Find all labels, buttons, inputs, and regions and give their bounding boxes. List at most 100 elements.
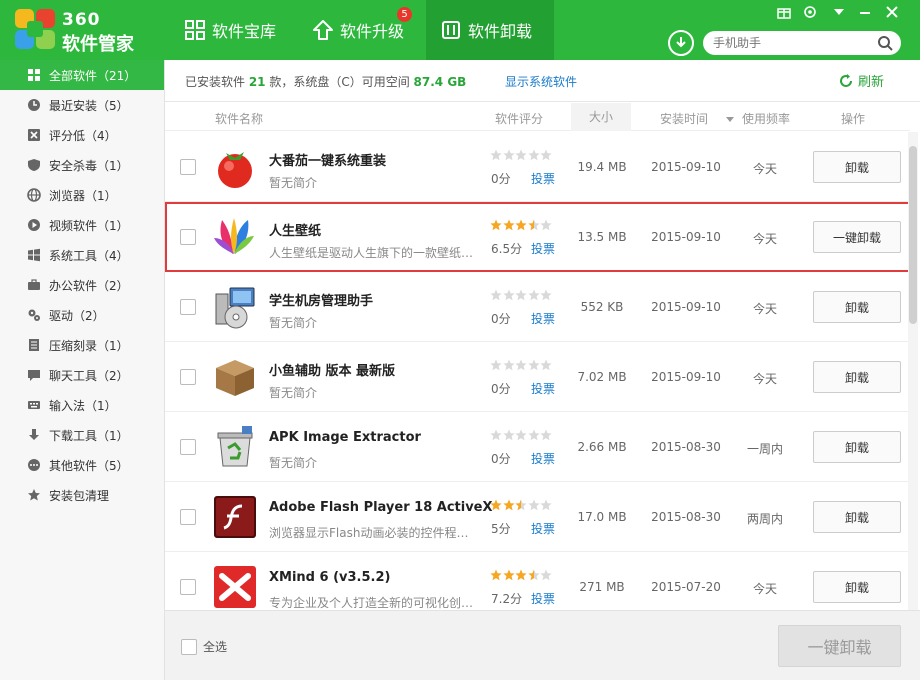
star-icon[interactable] <box>540 359 552 371</box>
sidebar-item-package-cleanup[interactable]: 安装包清理 <box>0 480 164 510</box>
star-icon[interactable] <box>515 429 527 441</box>
sidebar-item-input-method[interactable]: 输入法（1） <box>0 390 164 420</box>
star-icon[interactable] <box>527 499 540 511</box>
uninstall-button[interactable]: 卸载 <box>813 571 901 603</box>
sidebar-item-other[interactable]: 其他软件（5） <box>0 450 164 480</box>
close-button[interactable] <box>884 4 900 20</box>
star-icon[interactable] <box>527 359 540 371</box>
star-icon[interactable] <box>515 289 527 301</box>
star-icon[interactable] <box>540 289 552 301</box>
refresh-button[interactable]: 刷新 <box>838 71 884 90</box>
sidebar-item-browser[interactable]: 浏览器（1） <box>0 180 164 210</box>
sidebar-item-video[interactable]: 视频软件（1） <box>0 210 164 240</box>
sidebar-item-recent[interactable]: 最近安装（5） <box>0 90 164 120</box>
menu-button[interactable] <box>831 4 847 20</box>
star-icon[interactable] <box>490 429 502 441</box>
col-name[interactable]: 软件名称 <box>215 110 263 127</box>
row-checkbox[interactable] <box>180 579 196 595</box>
rating-stars[interactable] <box>490 149 553 161</box>
col-size[interactable]: 大小 <box>571 103 631 131</box>
star-icon[interactable] <box>515 149 527 161</box>
star-icon[interactable] <box>527 219 540 231</box>
tab-software-upgrade[interactable]: 软件升级 5 <box>298 0 426 60</box>
show-system-software-link[interactable]: 显示系统软件 <box>505 73 577 90</box>
uninstall-button[interactable]: 卸载 <box>813 431 901 463</box>
col-install-time[interactable]: 安装时间 <box>660 110 734 127</box>
vote-link[interactable]: 投票 <box>531 450 555 467</box>
skin-button[interactable] <box>776 4 792 20</box>
select-all-checkbox[interactable] <box>181 638 197 655</box>
sidebar-item-system-tools[interactable]: 系统工具（4） <box>0 240 164 270</box>
row-checkbox[interactable] <box>180 159 196 175</box>
row-checkbox[interactable] <box>180 509 196 525</box>
sidebar-item-office[interactable]: 办公软件（2） <box>0 270 164 300</box>
star-icon[interactable] <box>540 429 552 441</box>
star-icon[interactable] <box>515 359 527 371</box>
star-icon[interactable] <box>490 359 502 371</box>
rating-stars[interactable] <box>490 359 553 371</box>
vote-link[interactable]: 投票 <box>531 240 555 257</box>
uninstall-button[interactable]: 卸载 <box>813 291 901 323</box>
minimize-button[interactable] <box>857 4 873 20</box>
sidebar-item-low-rating[interactable]: 评分低（4） <box>0 120 164 150</box>
col-rating[interactable]: 软件评分 <box>495 110 543 127</box>
search-input[interactable] <box>713 33 873 53</box>
star-icon[interactable] <box>490 569 502 581</box>
tab-software-store[interactable]: 软件宝库 <box>170 0 290 60</box>
vote-link[interactable]: 投票 <box>531 380 555 397</box>
tab-software-uninstall[interactable]: 软件卸载 <box>426 0 554 60</box>
star-icon[interactable] <box>502 289 515 301</box>
vote-link[interactable]: 投票 <box>531 590 555 607</box>
sidebar-item-drivers[interactable]: 驱动（2） <box>0 300 164 330</box>
star-icon[interactable] <box>540 499 552 511</box>
star-icon[interactable] <box>502 219 515 231</box>
star-icon[interactable] <box>515 569 527 581</box>
vote-link[interactable]: 投票 <box>531 520 555 537</box>
row-checkbox[interactable] <box>180 439 196 455</box>
sidebar-item-chat[interactable]: 聊天工具（2） <box>0 360 164 390</box>
one-click-uninstall-button[interactable]: 一键卸载 <box>813 221 901 253</box>
vote-link[interactable]: 投票 <box>531 310 555 327</box>
star-icon[interactable] <box>527 289 540 301</box>
star-icon[interactable] <box>540 569 552 581</box>
row-checkbox[interactable] <box>180 229 196 245</box>
rating-stars[interactable] <box>490 219 553 231</box>
bulk-uninstall-button[interactable]: 一键卸载 <box>778 625 901 667</box>
uninstall-button[interactable]: 卸载 <box>813 151 901 183</box>
row-checkbox[interactable] <box>180 369 196 385</box>
star-icon[interactable] <box>490 499 502 511</box>
star-icon[interactable] <box>515 219 527 231</box>
vote-link[interactable]: 投票 <box>531 170 555 187</box>
rating-stars[interactable] <box>490 499 553 511</box>
settings-button[interactable] <box>802 4 818 20</box>
star-icon[interactable] <box>527 149 540 161</box>
star-icon[interactable] <box>502 499 515 511</box>
uninstall-button[interactable]: 卸载 <box>813 501 901 533</box>
sidebar-item-all[interactable]: 全部软件（21） <box>0 60 164 90</box>
scrollbar-thumb[interactable] <box>909 146 917 324</box>
select-all-control[interactable]: 全选 <box>181 638 227 655</box>
search-icon[interactable] <box>877 35 893 51</box>
star-icon[interactable] <box>502 429 515 441</box>
star-icon[interactable] <box>490 149 502 161</box>
star-icon[interactable] <box>490 219 502 231</box>
download-manager-button[interactable] <box>668 30 694 56</box>
rating-stars[interactable] <box>490 429 553 441</box>
star-icon[interactable] <box>540 219 552 231</box>
star-icon[interactable] <box>502 359 515 371</box>
sidebar-item-compression[interactable]: 压缩刻录（1） <box>0 330 164 360</box>
star-icon[interactable] <box>527 429 540 441</box>
uninstall-button[interactable]: 卸载 <box>813 361 901 393</box>
list-scrollbar[interactable] <box>908 132 918 610</box>
star-icon[interactable] <box>490 289 502 301</box>
star-icon[interactable] <box>515 499 527 511</box>
sidebar-item-security[interactable]: 安全杀毒（1） <box>0 150 164 180</box>
col-frequency[interactable]: 使用频率 <box>742 110 790 127</box>
row-checkbox[interactable] <box>180 299 196 315</box>
star-icon[interactable] <box>527 569 540 581</box>
star-icon[interactable] <box>502 149 515 161</box>
sidebar-item-download-tools[interactable]: 下载工具（1） <box>0 420 164 450</box>
star-icon[interactable] <box>540 149 552 161</box>
rating-stars[interactable] <box>490 289 553 301</box>
star-icon[interactable] <box>502 569 515 581</box>
